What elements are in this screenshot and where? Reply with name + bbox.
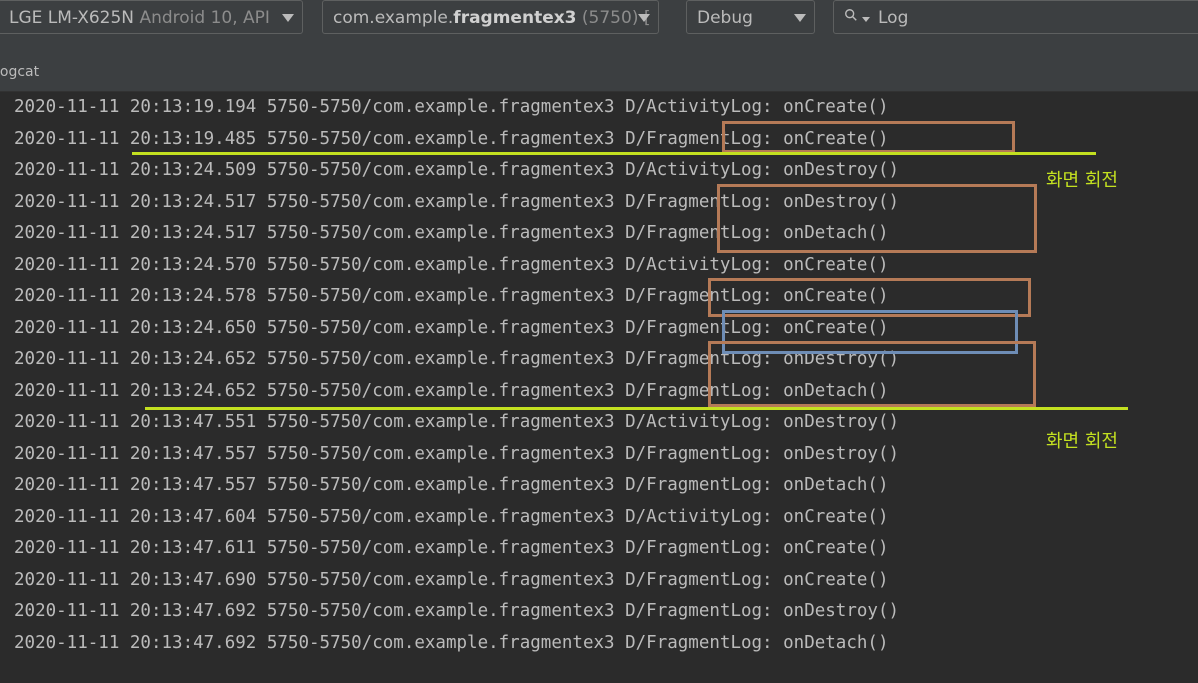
log-line: 2020-11-11 20:13:24.570 5750-5750/com.ex… [14, 254, 889, 275]
device-dropdown-value: LGE LM-X625N Android 10, API [9, 8, 270, 28]
separator-line [145, 407, 1128, 410]
log-line: 2020-11-11 20:13:47.692 5750-5750/com.ex… [14, 632, 889, 653]
log-line: 2020-11-11 20:13:47.551 5750-5750/com.ex… [14, 412, 900, 432]
logcat-panel-header: logcat [0, 50, 1198, 92]
annotation-label: 화면 회전 [1046, 170, 1118, 191]
log-line: 2020-11-11 20:13:47.690 5750-5750/com.ex… [14, 569, 889, 590]
log-line: 2020-11-11 20:13:47.611 5750-5750/com.ex… [14, 538, 889, 558]
log-line: 2020-11-11 20:13:19.194 5750-5750/com.ex… [14, 97, 889, 117]
annotation-label: 화면 회전 [1046, 431, 1118, 452]
search-options-chevron-icon[interactable] [862, 17, 870, 22]
log-line: 2020-11-11 20:13:47.692 5750-5750/com.ex… [14, 601, 900, 621]
log-level-dropdown[interactable]: Debug [686, 0, 815, 34]
log-line: 2020-11-11 20:13:24.509 5750-5750/com.ex… [14, 160, 900, 180]
chevron-down-icon [794, 14, 806, 22]
log-line: 2020-11-11 20:13:47.557 5750-5750/com.ex… [14, 443, 900, 464]
process-dropdown-value: com.example.fragmentex3 (5750) [ [333, 8, 651, 28]
device-dropdown[interactable]: LGE LM-X625N Android 10, API [0, 0, 303, 34]
chevron-down-icon [638, 14, 650, 22]
log-line: 2020-11-11 20:13:47.557 5750-5750/com.ex… [14, 475, 889, 495]
chevron-down-icon [282, 14, 294, 22]
search-input[interactable]: Log [833, 0, 1198, 34]
highlight-box [722, 121, 1015, 153]
panel-title: logcat [0, 64, 40, 80]
search-input-value: Log [878, 8, 909, 28]
log-line: 2020-11-11 20:13:47.604 5750-5750/com.ex… [14, 506, 889, 527]
log-level-value: Debug [697, 8, 753, 28]
separator-line [132, 152, 1096, 155]
logcat-toolbar: LGE LM-X625N Android 10, API com.example… [0, 0, 1198, 50]
process-dropdown[interactable]: com.example.fragmentex3 (5750) [ [322, 0, 659, 34]
highlight-box [717, 184, 1037, 253]
search-icon [845, 9, 857, 21]
highlight-box [708, 341, 1036, 407]
